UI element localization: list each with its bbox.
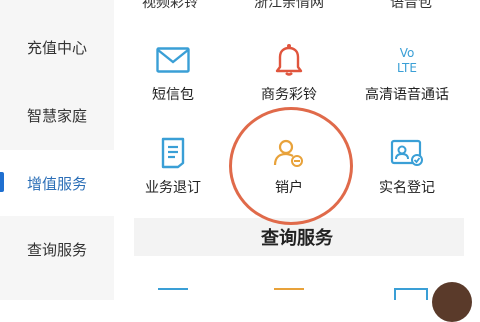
svg-text:LTE: LTE: [397, 61, 417, 75]
tile-unsubscribe[interactable]: 业务退订: [116, 133, 230, 209]
tile-label-family-network[interactable]: 浙江亲情网: [254, 0, 324, 12]
sidebar-item-smart-home[interactable]: 智慧家庭: [0, 82, 114, 148]
tile-label-voice-pack[interactable]: 语音包: [390, 0, 432, 12]
avatar[interactable]: [432, 282, 472, 322]
query-tile-icon[interactable]: [394, 288, 428, 300]
tile-sms-pack[interactable]: 短信包: [116, 40, 230, 116]
sidebar-item-recharge[interactable]: 充值中心: [0, 14, 114, 80]
tile-label: 实名登记: [379, 180, 435, 196]
sidebar-item-label: 查询服务: [26, 240, 87, 259]
bell-icon: [269, 40, 309, 80]
tile-label: 商务彩铃: [261, 87, 317, 103]
tile-real-name-registration[interactable]: 实名登记: [350, 133, 464, 209]
sidebar-item-query[interactable]: 查询服务: [0, 216, 114, 282]
sidebar-item-value-added[interactable]: 增值服务: [0, 150, 114, 216]
sidebar-item-label: 充值中心: [26, 38, 87, 57]
document-icon: [153, 133, 193, 173]
tile-label: 业务退订: [145, 180, 201, 196]
id-card-icon: [387, 133, 427, 173]
volte-icon: Vo LTE: [387, 40, 427, 80]
highlight-circle: [229, 107, 353, 225]
active-indicator: [0, 172, 4, 192]
sidebar-item-label: 智慧家庭: [26, 106, 87, 125]
tile-label-video-ringtone[interactable]: 视频彩铃: [142, 0, 198, 12]
svg-text:Vo: Vo: [400, 46, 415, 60]
envelope-icon: [153, 40, 193, 80]
tile-label: 高清语音通话: [365, 87, 449, 103]
section-title: 查询服务: [261, 228, 333, 249]
tile-hd-voice[interactable]: Vo LTE 高清语音通话: [350, 40, 464, 116]
sidebar: 充值中心 智慧家庭 增值服务 查询服务: [0, 0, 114, 300]
sidebar-item-label: 增值服务: [26, 174, 87, 193]
tile-business-ringtone[interactable]: 商务彩铃: [232, 40, 346, 116]
tile-label: 短信包: [152, 87, 194, 103]
